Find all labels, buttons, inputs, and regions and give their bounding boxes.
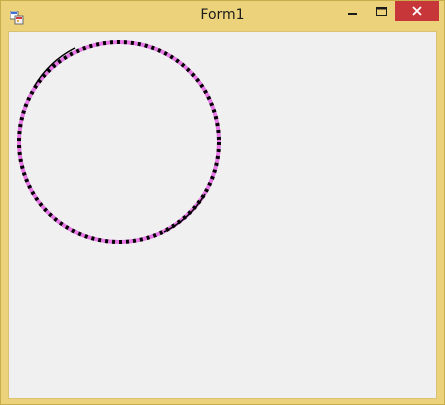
client-area[interactable] — [8, 31, 437, 399]
close-button[interactable] — [395, 1, 439, 21]
maximize-button[interactable] — [367, 1, 395, 21]
title-bar[interactable]: Form1 — [1, 1, 444, 31]
minimize-button[interactable] — [339, 1, 367, 21]
minimize-icon — [348, 2, 358, 21]
maximize-icon — [375, 2, 387, 21]
drawing-surface — [17, 40, 221, 244]
form-window: Form1 — [0, 0, 445, 405]
close-icon — [411, 2, 423, 21]
